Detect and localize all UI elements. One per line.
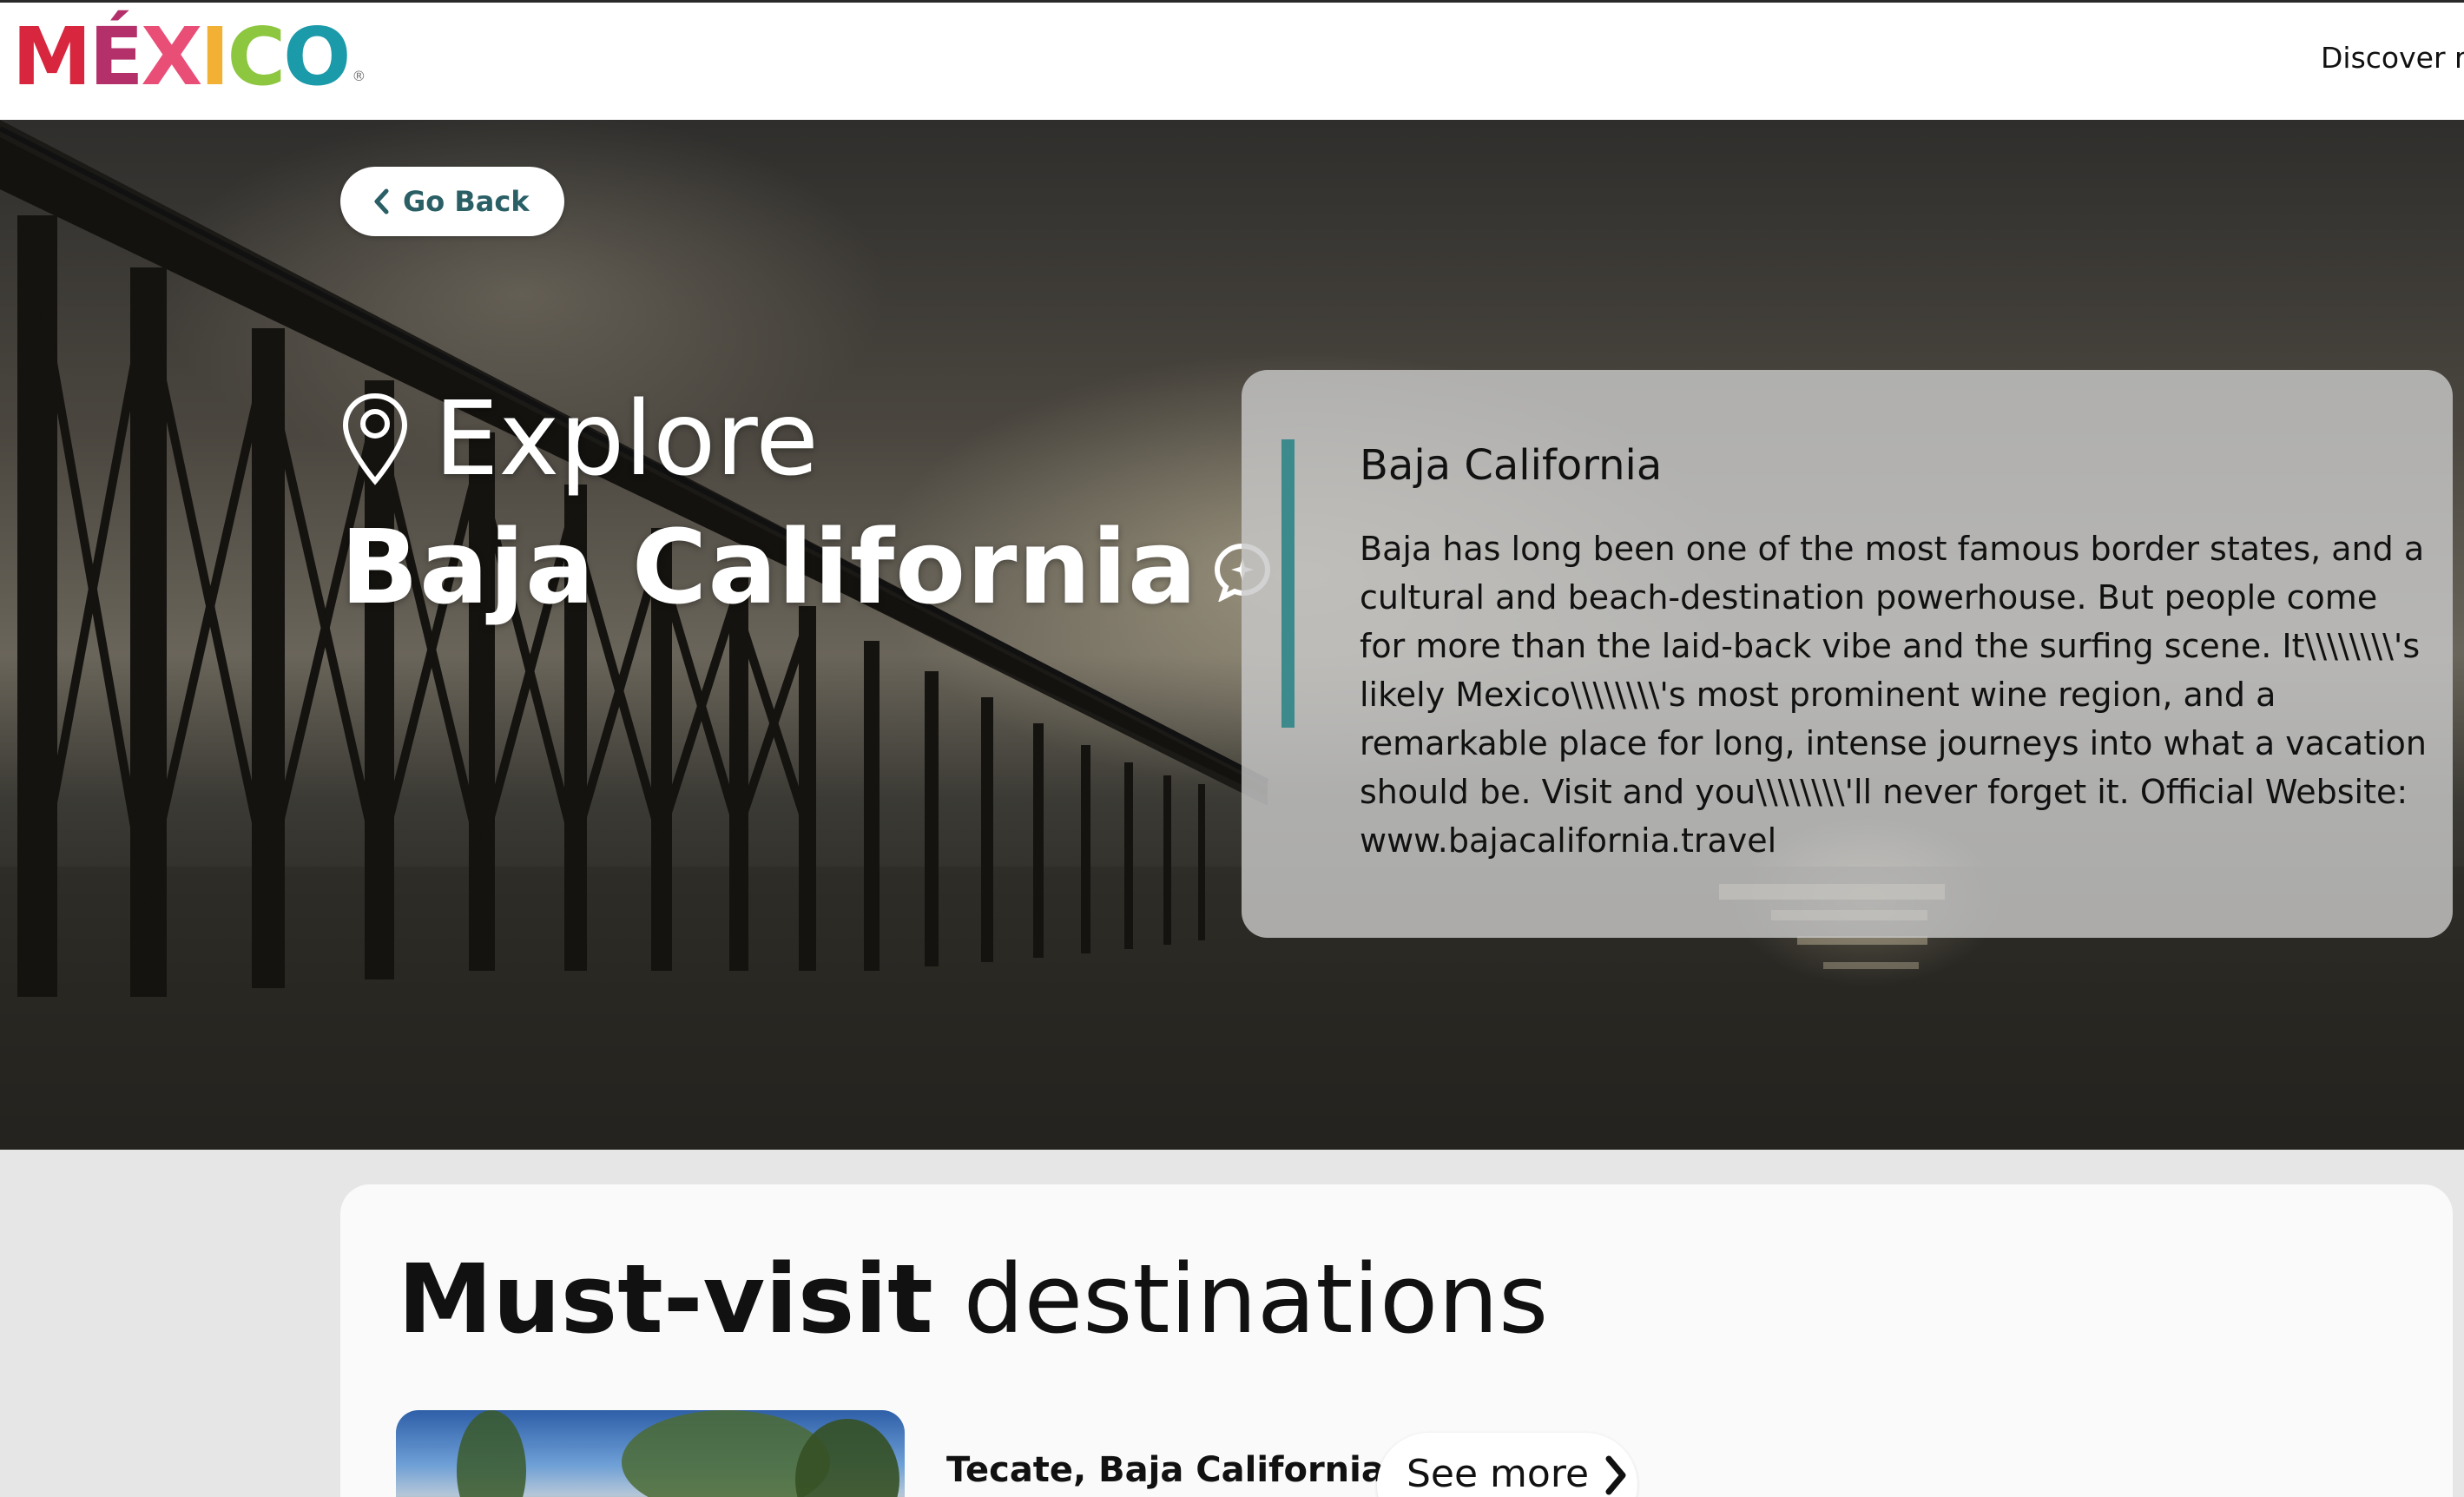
- explore-heading-row: Explore: [340, 387, 819, 490]
- state-heading-row: Baja California: [340, 516, 1273, 618]
- site-header: M É X I C O ® Discover r: [0, 0, 2464, 120]
- logo-letter: M: [12, 10, 92, 103]
- accent-bar: [1281, 439, 1295, 728]
- see-more-button[interactable]: See more: [1377, 1433, 1637, 1497]
- heading-bold: Must-visit: [398, 1243, 933, 1355]
- tree-image: [457, 1410, 899, 1497]
- hero-section: Go Back Explore Baja California Baja Cal…: [0, 120, 2464, 1150]
- logo-letter: É: [89, 10, 144, 103]
- logo-letter: I: [200, 10, 229, 103]
- destination-name: Tecate, Baja California: [946, 1450, 1385, 1490]
- chevron-right-icon: [1605, 1455, 1626, 1495]
- see-more-label: See more: [1407, 1452, 1590, 1496]
- logo-letter: X: [141, 10, 202, 103]
- logo-letter: C: [227, 10, 287, 103]
- explore-label: Explore: [434, 379, 819, 498]
- go-back-label: Go Back: [403, 185, 530, 218]
- go-back-button[interactable]: Go Back: [340, 167, 564, 236]
- info-card-description: Baja has long been one of the most famou…: [1360, 530, 2428, 860]
- map-pin-icon: [342, 392, 408, 485]
- heading-light: destinations: [963, 1243, 1549, 1355]
- nav-discover-link[interactable]: Discover r: [2321, 41, 2464, 75]
- info-card-title: Baja California: [1360, 441, 1663, 490]
- section-heading: Must-visit destinations: [398, 1247, 1548, 1352]
- chevron-left-icon: [374, 188, 389, 214]
- state-name-heading: Baja California: [340, 507, 1198, 627]
- destination-thumbnail[interactable]: [396, 1410, 905, 1497]
- mexico-logo[interactable]: M É X I C O ®: [12, 10, 366, 105]
- logo-letter: O: [283, 10, 351, 103]
- registered-mark: ®: [352, 68, 366, 84]
- must-visit-section: Must-visit destinations Tecate, Baja Cal…: [340, 1184, 2453, 1497]
- state-info-card: Baja California Baja has long been one o…: [1242, 370, 2453, 938]
